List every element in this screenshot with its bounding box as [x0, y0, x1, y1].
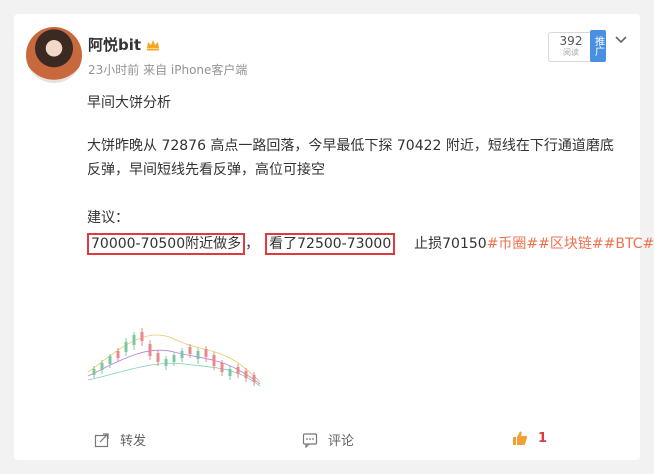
topic-tag[interactable]: #币圈# — [487, 236, 538, 252]
advice-long-highlight: 70000-70500附近做多 — [87, 233, 246, 255]
post-meta: 23小时前 来自 iPhone客户端 — [88, 63, 248, 77]
views-label: 阅读 — [563, 48, 579, 57]
advice-short-highlight: 看了72500-73000 — [265, 233, 396, 255]
post-actions-bar: 转发 评论 1 — [14, 424, 640, 454]
promote-button[interactable]: 推广 — [590, 30, 606, 62]
post-body: 大饼昨晚从 72876 高点一路回落，今早最低下探 70422 附近，短线在下行… — [87, 138, 614, 178]
comment-button[interactable]: 评论 — [302, 430, 354, 449]
repost-button[interactable]: 转发 — [94, 430, 146, 449]
advice-label: 建议： — [87, 210, 129, 226]
views-badge: 392 阅读 — [548, 32, 594, 62]
weibo-post-card: 阿悦bit 23小时前 来自 iPhone客户端 392 阅读 推广 早间大饼分… — [14, 14, 654, 460]
author-row: 阿悦bit — [88, 34, 161, 55]
comment-label: 评论 — [328, 434, 355, 449]
repost-label: 转发 — [120, 434, 147, 449]
repost-icon — [94, 432, 109, 447]
post-title: 早间大饼分析 — [87, 95, 171, 111]
thumbs-up-icon — [513, 431, 528, 445]
topic-tag[interactable]: #BTC# — [604, 236, 654, 252]
topic-tag[interactable]: #区块链# — [538, 236, 603, 252]
advice-line: 70000-70500附近做多， 看了72500-73000 止损70150#币圈… — [87, 232, 654, 256]
advice-separator: ， — [245, 236, 260, 252]
views-count: 392 — [559, 34, 583, 48]
chevron-down-icon[interactable] — [614, 32, 628, 46]
author-name[interactable]: 阿悦bit — [88, 34, 141, 55]
avatar[interactable] — [26, 27, 82, 83]
like-count: 1 — [538, 430, 548, 446]
advice-stop-loss: 止损70150 — [405, 236, 487, 252]
comment-icon — [302, 432, 318, 448]
candlestick-chart-image[interactable] — [84, 294, 264, 389]
crown-icon — [147, 39, 160, 50]
like-button[interactable]: 1 — [512, 430, 547, 446]
